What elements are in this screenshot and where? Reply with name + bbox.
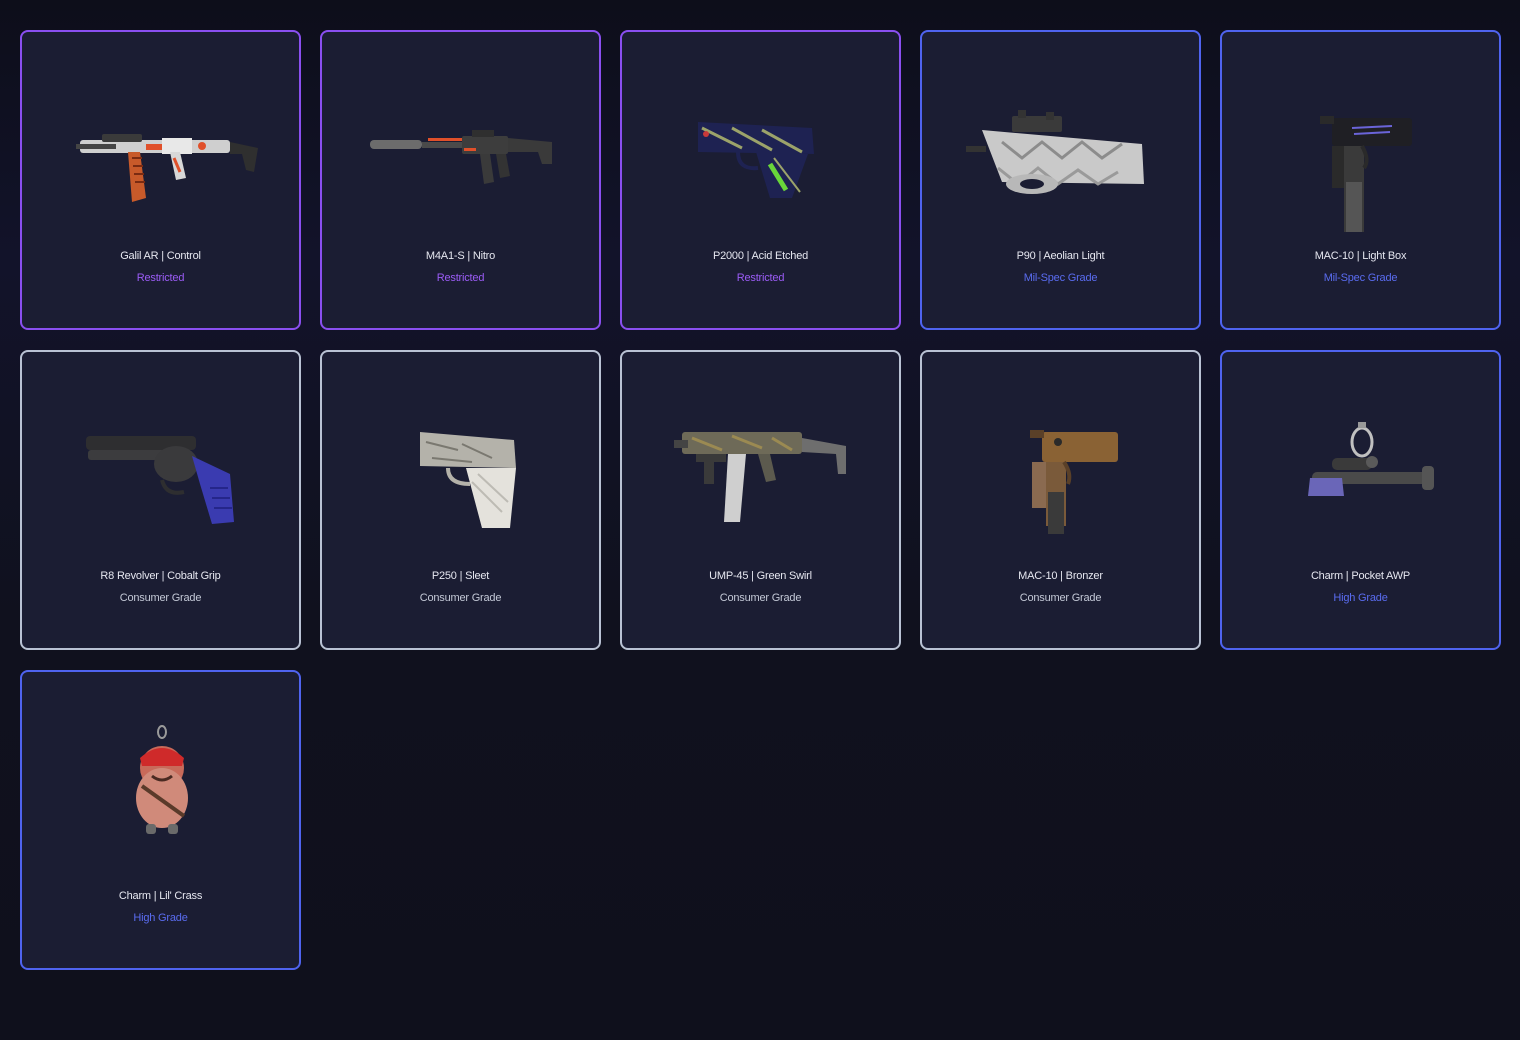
item-card-charm-lil-crass[interactable]: Charm | Lil' Crass High Grade: [20, 670, 301, 970]
item-name: R8 Revolver | Cobalt Grip: [100, 570, 221, 582]
item-card-mac-10-bronzer[interactable]: MAC-10 | Bronzer Consumer Grade: [920, 350, 1201, 650]
lil-crass-charm-icon: [62, 712, 262, 872]
item-card-charm-pocket-awp[interactable]: Charm | Pocket AWP High Grade: [1220, 350, 1501, 650]
item-name: UMP-45 | Green Swirl: [709, 570, 812, 582]
item-name: Charm | Pocket AWP: [1310, 570, 1411, 582]
item-name: P250 | Sleet: [431, 570, 490, 582]
r8-revolver-icon: [62, 392, 262, 552]
item-name: P2000 | Acid Etched: [712, 250, 809, 262]
item-rarity: Restricted: [136, 272, 185, 284]
p90-smg-icon: [962, 72, 1162, 232]
item-rarity: Consumer Grade: [119, 592, 202, 604]
item-rarity: High Grade: [133, 912, 188, 924]
item-card-ump-45-green-swirl[interactable]: UMP-45 | Green Swirl Consumer Grade: [620, 350, 901, 650]
item-rarity: Restricted: [736, 272, 785, 284]
item-name: P90 | Aeolian Light: [1016, 250, 1105, 262]
ump-45-smg-icon: [662, 392, 862, 552]
item-name: Galil AR | Control: [120, 250, 201, 262]
item-rarity: Restricted: [436, 272, 485, 284]
item-card-r8-revolver-cobalt-grip[interactable]: R8 Revolver | Cobalt Grip Consumer Grade: [20, 350, 301, 650]
mac-10-smg-icon: [962, 392, 1162, 552]
item-card-p90-aeolian-light[interactable]: P90 | Aeolian Light Mil-Spec Grade: [920, 30, 1201, 330]
item-rarity: Mil-Spec Grade: [1023, 272, 1098, 284]
galil-ar-rifle-icon: [62, 72, 262, 232]
m4a1-s-rifle-icon: [362, 72, 562, 232]
pocket-awp-charm-icon: [1262, 392, 1462, 552]
item-rarity: High Grade: [1333, 592, 1388, 604]
item-grid: Galil AR | Control Restricted M4A1-S | N…: [20, 30, 1501, 970]
item-name: MAC-10 | Light Box: [1314, 250, 1407, 262]
item-card-p2000-acid-etched[interactable]: P2000 | Acid Etched Restricted: [620, 30, 901, 330]
item-card-mac-10-light-box[interactable]: MAC-10 | Light Box Mil-Spec Grade: [1220, 30, 1501, 330]
p250-pistol-icon: [362, 392, 562, 552]
item-card-galil-ar-control[interactable]: Galil AR | Control Restricted: [20, 30, 301, 330]
item-rarity: Consumer Grade: [1019, 592, 1102, 604]
item-name: M4A1-S | Nitro: [425, 250, 496, 262]
item-grid-page: Galil AR | Control Restricted M4A1-S | N…: [0, 0, 1520, 1040]
mac-10-smg-icon: [1262, 72, 1462, 232]
item-card-p250-sleet[interactable]: P250 | Sleet Consumer Grade: [320, 350, 601, 650]
item-card-m4a1-s-nitro[interactable]: M4A1-S | Nitro Restricted: [320, 30, 601, 330]
item-rarity: Consumer Grade: [719, 592, 802, 604]
item-rarity: Consumer Grade: [419, 592, 502, 604]
item-name: Charm | Lil' Crass: [118, 890, 203, 902]
p2000-pistol-icon: [662, 72, 862, 232]
item-rarity: Mil-Spec Grade: [1323, 272, 1398, 284]
item-name: MAC-10 | Bronzer: [1018, 570, 1103, 582]
